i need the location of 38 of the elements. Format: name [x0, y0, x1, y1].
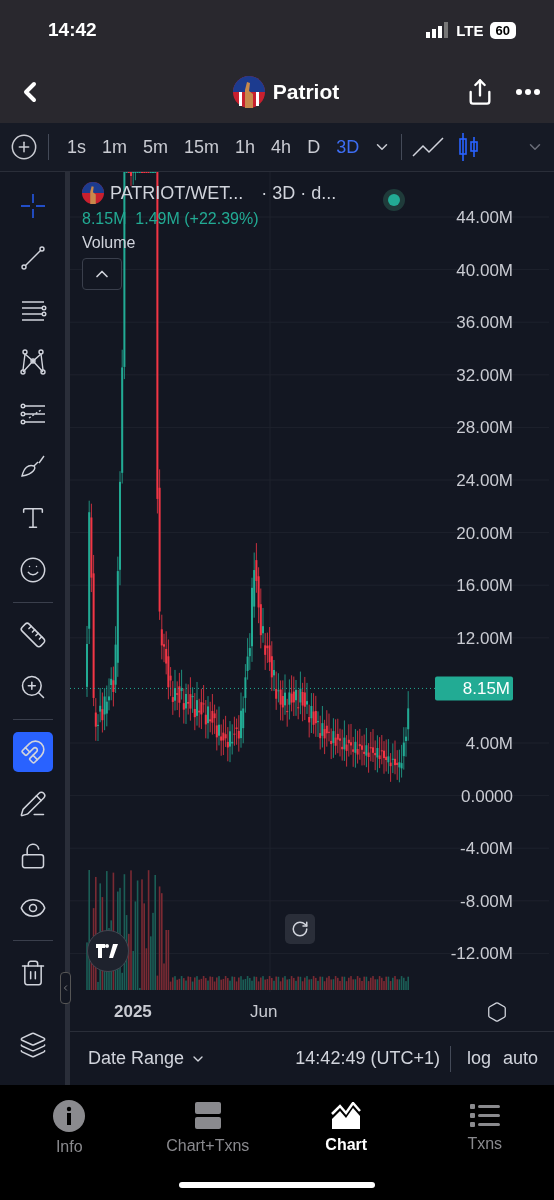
scale-button[interactable]: auto: [496, 1048, 544, 1070]
bottom-nav-tab[interactable]: Chart: [277, 1101, 416, 1154]
time-axis-label: Jun: [250, 1001, 278, 1022]
interval-label: · 3D · d...: [261, 182, 337, 204]
current-price-tag: 8.15M: [435, 676, 513, 701]
interval-tab[interactable]: 5m: [135, 136, 177, 158]
price-axis-label: 12.00M: [456, 628, 513, 648]
bottom-nav-tab[interactable]: Chart+Txns: [138, 1100, 277, 1155]
interval-tab[interactable]: D: [299, 136, 329, 158]
time-axis-label: 2025: [114, 1001, 152, 1022]
interval-tab[interactable]: 4h: [263, 136, 300, 158]
bottom-nav-tab[interactable]: Info: [0, 1099, 139, 1156]
price-axis-label: 16.00M: [456, 576, 513, 596]
chart-time: 14:42:49 (UTC+1): [295, 1048, 440, 1070]
scale-button[interactable]: log: [460, 1048, 497, 1070]
price-axis-label: -12.00M: [450, 944, 513, 964]
price-axis-label: -4.00M: [460, 839, 513, 859]
price-axis-label: 20.00M: [456, 523, 513, 543]
status-time: 14:42: [48, 19, 97, 41]
battery-level: 60: [489, 21, 516, 39]
price-axis-label: 4.00M: [465, 734, 513, 753]
interval-tab[interactable]: 1s: [59, 136, 94, 158]
price-axis-label: 44.00M: [456, 208, 513, 227]
price-axis-label: 0.0000: [461, 786, 513, 806]
price-axis-label: -8.00M: [460, 891, 513, 911]
header-title: Patriot: [272, 79, 340, 104]
date-range-button[interactable]: Date Range: [88, 1048, 207, 1070]
interval-tab[interactable]: 15m: [176, 136, 228, 158]
price-axis-label: 32.00M: [456, 365, 513, 385]
interval-tab[interactable]: 3D: [328, 136, 368, 158]
network-type: LTE: [456, 21, 484, 39]
interval-tab[interactable]: 1h: [227, 136, 264, 158]
bottom-nav-tab[interactable]: Txns: [415, 1102, 554, 1153]
price-axis-label: 40.00M: [456, 260, 513, 280]
price-axis-label: 36.00M: [456, 313, 513, 333]
price-axis-label: 24.00M: [456, 471, 513, 490]
price-axis-label: 28.00M: [456, 418, 513, 438]
interval-tab[interactable]: 1m: [94, 136, 136, 158]
